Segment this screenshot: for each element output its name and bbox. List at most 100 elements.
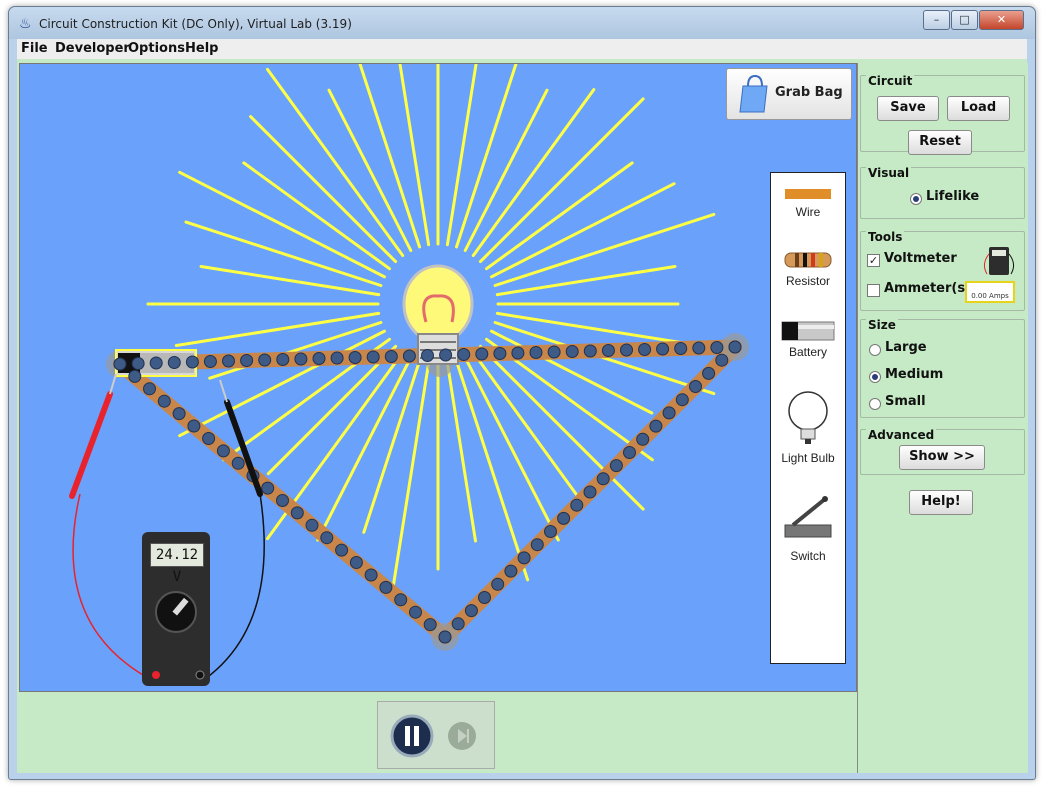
menu-help[interactable]: Help [185,41,218,56]
toolbox-switch[interactable]: Switch [771,493,845,567]
menu-options[interactable]: Options [128,41,185,56]
electron [529,346,543,359]
pause-icon[interactable] [390,714,434,758]
lifelike-label: Lifelike [926,189,980,204]
electron [113,357,127,371]
help-button[interactable]: Help! [909,490,973,515]
playback-controls [390,714,476,758]
electron [583,344,597,358]
electron [491,577,505,591]
electron [203,355,217,368]
electron [715,353,729,367]
electron [394,593,408,607]
electron [349,556,363,569]
electron [402,349,416,363]
close-button[interactable]: ✕ [979,10,1024,30]
client-area: File Developer Options Help 24.12 V Grab… [17,39,1028,773]
light-ray [445,361,477,543]
electron [364,568,378,582]
voltmeter-device[interactable]: 24.12 V [142,532,210,686]
electron [423,618,437,632]
toolbox-light-bulb[interactable]: Light Bulb [771,389,845,469]
save-button[interactable]: Save [877,96,939,121]
electron [258,353,272,367]
electron [366,350,380,364]
voltmeter-label: Voltmeter [884,251,957,266]
tools-group-title: Tools [866,230,905,244]
battery-label: Battery [788,345,827,359]
electron [379,580,393,594]
small-radio[interactable] [869,398,881,410]
voltmeter-red-probe[interactable] [69,373,117,499]
electron [185,355,199,369]
control-panel: Circuit Save Load Reset Visual Lifelike … [857,63,1028,773]
electron [457,348,471,361]
electron [261,481,275,495]
large-label: Large [885,340,927,355]
light-ray [362,359,421,534]
wire-icon [785,189,831,199]
lifelike-radio[interactable] [910,193,922,205]
electron [421,349,434,362]
medium-radio[interactable] [869,371,881,383]
electron [202,432,216,445]
light-ray [184,220,383,287]
electron [187,419,201,433]
light-ray [495,311,702,347]
show-advanced-button[interactable]: Show >> [899,445,985,470]
electron [290,506,304,520]
step-icon[interactable] [448,722,476,750]
grab-bag-label: Grab Bag [775,85,843,100]
circuit-group-title: Circuit [866,74,915,88]
grab-bag-button[interactable]: Grab Bag [726,68,852,120]
circuit-canvas[interactable]: 24.12 V Grab Bag Wire Resistor Battery L… [19,63,857,692]
electron [710,341,724,354]
title-bar: ♨ Circuit Construction Kit (DC Only), Vi… [9,7,1035,39]
electron [335,543,349,557]
voltmeter-checkbox[interactable]: ✓ [867,254,880,267]
menu-bar: File Developer Options Help [17,39,1027,59]
toolbox-resistor[interactable]: Resistor [771,248,845,292]
electron [674,342,688,355]
light-ray [445,64,478,247]
electron [167,356,181,369]
light-bulb-icon [788,391,828,444]
light-bulb-label: Light Bulb [781,451,835,465]
electron [557,511,571,525]
ammeter-checkbox[interactable] [867,284,880,297]
large-radio[interactable] [869,344,881,356]
switch-icon [784,496,832,538]
electron [330,351,344,365]
maximize-button[interactable]: □ [951,10,978,30]
size-group: Size Large Medium Small [860,318,1025,418]
visual-group-title: Visual [866,166,912,180]
resistor-icon [784,252,832,268]
electron [570,498,584,512]
component-toolbox: Wire Resistor Battery Light Bulb Switch [770,172,846,664]
load-button[interactable]: Load [947,96,1010,121]
toolbox-battery[interactable]: Battery [771,319,845,363]
electron [320,531,334,545]
wire-label: Wire [795,205,821,219]
electron [312,352,326,365]
reset-button[interactable]: Reset [908,130,972,155]
menu-file[interactable]: File [21,41,48,56]
electron [222,354,235,368]
menu-developer[interactable]: Developer [55,41,130,56]
shopping-bag-icon [739,74,768,113]
resistor-label: Resistor [785,274,830,288]
java-icon: ♨ [19,16,32,32]
advanced-group: Advanced Show >> [860,428,1025,475]
electron [656,342,670,356]
toolbox-wire[interactable]: Wire [771,183,845,223]
electron [504,564,518,578]
light-ray [249,115,398,264]
minimize-button[interactable]: – [923,10,950,30]
light-ray [455,64,518,249]
clock-control-panel [377,701,495,769]
electron [149,356,163,370]
electron [675,393,689,407]
ammeter-icon-reading: 0.00 Amps [971,292,1009,300]
light-ray [478,97,645,264]
electron [620,343,633,357]
